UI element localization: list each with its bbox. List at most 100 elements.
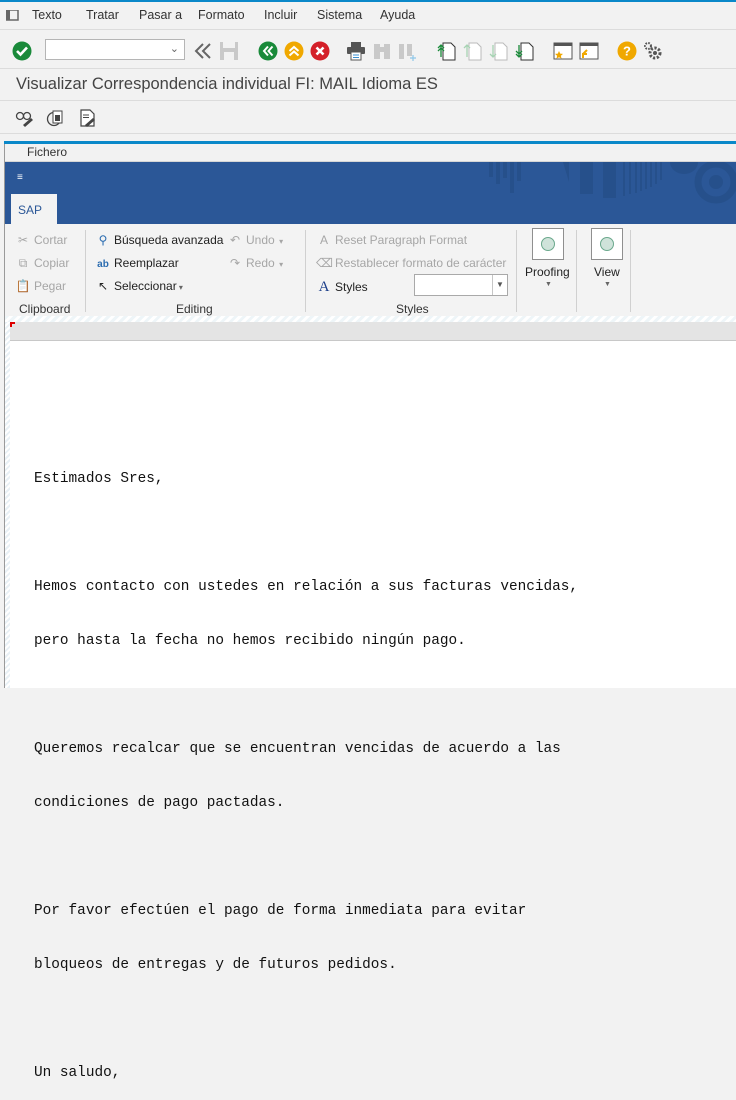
paste-button: 📋 Pegar [15, 279, 67, 293]
copy-icon: ⧉ [18, 256, 28, 270]
quick-access-toolbar-icon[interactable]: ≡ [17, 172, 23, 183]
menu-ayuda[interactable]: Ayuda [380, 8, 415, 22]
document-line [34, 848, 578, 866]
ruler-marker [10, 322, 15, 327]
proofing-icon [541, 237, 555, 251]
menu-incluir[interactable]: Incluir [264, 8, 297, 22]
eraser-icon: ⌫ [316, 256, 333, 270]
ribbon: ✂ Cortar ⧉ Copiar 📋 Pegar Clipboard ⚲ Búsque… [5, 224, 736, 317]
search-icon: ⚲ [98, 233, 108, 247]
menu-icon[interactable] [6, 10, 20, 21]
menu-pasar-a[interactable]: Pasar a [139, 8, 182, 22]
print-icon[interactable] [346, 41, 366, 61]
display-change-icon[interactable] [15, 108, 35, 128]
document-line: bloqueos de entregas y de futuros pedido… [34, 957, 397, 973]
back-icon[interactable] [258, 41, 278, 61]
reset-paragraph-format-button: A Reset Paragraph Format [316, 233, 467, 247]
paste-icon: 📋 [15, 279, 31, 293]
exit-icon[interactable] [284, 41, 304, 61]
group-separator [305, 230, 306, 312]
reset-character-format-button: ⌫ Restablecer formato de carácter [316, 256, 506, 270]
copy-button: ⧉ Copiar [15, 256, 70, 271]
chevron-down-icon[interactable]: ⌄ [170, 42, 179, 55]
document-line: Hemos contacto con ustedes en relación a… [34, 579, 579, 595]
tab-sap[interactable]: SAP [11, 194, 57, 224]
view-icon [600, 237, 614, 251]
editor-left-margin [5, 322, 10, 688]
proofing-button-icon[interactable] [532, 228, 564, 260]
cancel-icon[interactable] [310, 41, 330, 61]
menu-bar: Texto Tratar Pasar a Formato Incluir Sis… [0, 2, 736, 30]
reset-character-label: Restablecer formato de carácter [335, 256, 507, 270]
document-line [34, 686, 578, 704]
copy-document-icon[interactable] [46, 108, 66, 128]
replace-label: Reemplazar [114, 256, 179, 270]
style-select[interactable]: ▼ [414, 274, 508, 296]
help-icon[interactable]: ? [617, 41, 637, 61]
first-page-icon[interactable] [437, 41, 457, 61]
document-line: Por favor efectúen el pago de forma inme… [34, 903, 527, 919]
styles-button[interactable]: A Styles [316, 279, 368, 296]
back-nav-icon[interactable] [193, 41, 213, 61]
advanced-search-label: Búsqueda avanzada [114, 233, 224, 247]
cut-label: Cortar [34, 233, 68, 247]
edit-document-icon[interactable] [78, 108, 98, 128]
redo-icon: ↷ [229, 256, 241, 270]
select-label: Seleccionar [114, 279, 177, 293]
view-dropdown-icon[interactable]: ▼ [604, 281, 611, 288]
menu-texto[interactable]: Texto [32, 8, 62, 22]
group-separator [85, 230, 86, 312]
reset-paragraph-icon: A [319, 233, 328, 247]
group-label-clipboard: Clipboard [19, 302, 71, 316]
redo-label: Redo [246, 256, 275, 270]
view-button-icon[interactable] [591, 228, 623, 260]
undo-icon: ↶ [229, 233, 241, 247]
document-line: Estimados Sres, [34, 471, 164, 487]
previous-page-icon [463, 42, 482, 61]
settings-icon[interactable] [643, 41, 663, 61]
enter-icon[interactable] [12, 41, 32, 61]
document-line: Queremos recalcar que se encuentran venc… [34, 741, 561, 757]
undo-button: ↶ Undo ▾ [227, 233, 283, 247]
replace-button[interactable]: ab Reemplazar [95, 256, 179, 270]
menu-formato[interactable]: Formato [198, 8, 245, 22]
redo-button: ↷ Redo ▾ [227, 256, 283, 270]
editor-menu-bar: Fichero [5, 144, 736, 162]
next-page-icon [489, 42, 508, 61]
proofing-dropdown-icon[interactable]: ▼ [545, 281, 552, 288]
menu-sistema[interactable]: Sistema [317, 8, 362, 22]
last-page-icon[interactable] [515, 41, 535, 61]
new-session-icon[interactable] [553, 41, 573, 61]
standard-toolbar: ⌄ ? [0, 30, 736, 69]
menu-tratar[interactable]: Tratar [86, 8, 119, 22]
ruler [10, 322, 736, 341]
application-toolbar [0, 101, 736, 134]
document-line: Un saludo, [34, 1065, 121, 1081]
find-icon [374, 44, 390, 59]
document-line [34, 524, 578, 542]
document-line [34, 1010, 578, 1028]
reset-paragraph-label: Reset Paragraph Format [335, 233, 468, 247]
advanced-search-button[interactable]: ⚲ Búsqueda avanzada [95, 233, 224, 247]
cut-button: ✂ Cortar [15, 233, 67, 247]
undo-label: Undo [246, 233, 275, 247]
page-title: Visualizar Correspondencia individual FI… [16, 75, 438, 93]
command-field[interactable]: ⌄ [45, 39, 185, 60]
group-separator [576, 230, 577, 312]
view-button[interactable]: View [594, 265, 620, 279]
document-body[interactable]: Estimados Sres, Hemos contacto con usted… [34, 434, 578, 1100]
save-icon [220, 42, 238, 60]
select-button[interactable]: ↖ Seleccionar ▾ [95, 279, 183, 293]
document-line: pero hasta la fecha no hemos recibido ni… [34, 633, 466, 649]
proofing-button[interactable]: Proofing [525, 265, 570, 279]
paste-label: Pegar [34, 279, 67, 293]
shortcut-icon[interactable] [579, 41, 599, 61]
chevron-down-icon[interactable]: ▼ [492, 275, 507, 295]
group-label-editing: Editing [176, 302, 213, 316]
styles-label: Styles [335, 280, 368, 294]
find-next-icon [399, 44, 416, 61]
group-separator [630, 230, 631, 312]
copy-label: Copiar [34, 256, 70, 270]
menu-fichero[interactable]: Fichero [27, 145, 67, 159]
group-separator [516, 230, 517, 312]
